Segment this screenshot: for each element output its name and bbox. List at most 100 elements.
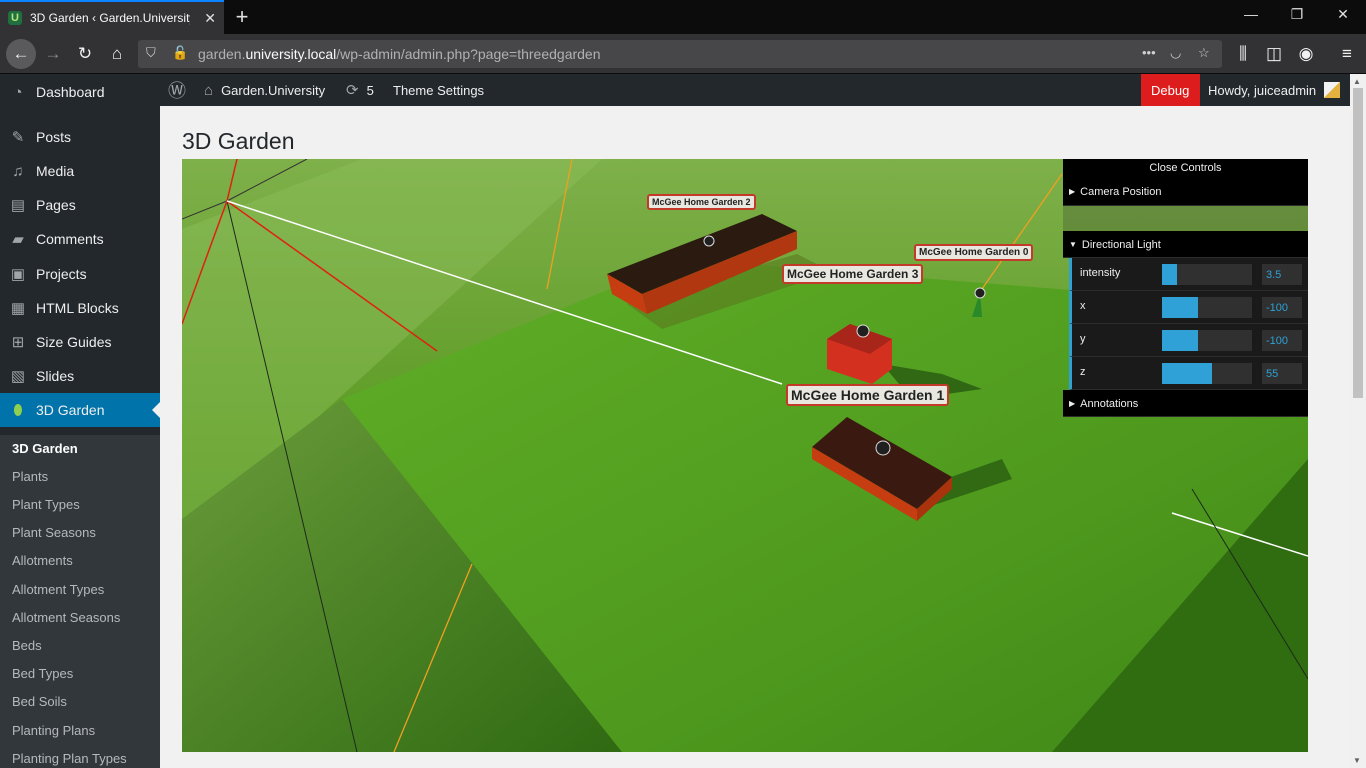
caret-right-icon: ▶ — [1069, 187, 1076, 196]
grid-icon: ▦ — [10, 300, 26, 317]
browser-tabstrip: U 3D Garden ‹ Garden.University — ✕ + — … — [0, 0, 1366, 34]
sidebar-item-html-blocks[interactable]: ▦ HTML Blocks — [0, 291, 160, 325]
y-input[interactable]: -100 — [1262, 330, 1302, 351]
updates-icon: ⟳ — [346, 82, 359, 99]
url-text[interactable]: garden.university.local/wp-admin/admin.p… — [198, 46, 601, 62]
controls-panel: Close Controls ▶ Camera Position ▼ Directi… — [1063, 159, 1308, 431]
submenu-item[interactable]: Allotment Types — [12, 582, 104, 597]
submenu-item[interactable]: 3D Garden — [12, 441, 78, 456]
scroll-down-icon[interactable]: ▼ — [1353, 756, 1361, 765]
site-name-link[interactable]: ⌂ Garden.University — [204, 74, 325, 106]
page-actions-icon[interactable]: ••• — [1142, 45, 1156, 60]
forward-button[interactable]: → — [40, 42, 66, 66]
updates-link[interactable]: ⟳ 5 — [346, 74, 374, 106]
sidebar-item-3d-garden[interactable]: ⬮ 3D Garden — [0, 393, 160, 427]
library-icon[interactable]: ⫼ — [1230, 42, 1256, 66]
sidebar-item-posts[interactable]: ✎ Posts — [0, 120, 160, 154]
sidebar-item-label: Dashboard — [36, 84, 105, 100]
sidebar-toggle-icon[interactable]: ◫ — [1261, 42, 1287, 66]
slider-fill — [1162, 330, 1198, 351]
debug-button[interactable]: Debug — [1141, 74, 1200, 106]
avatar — [1324, 82, 1341, 98]
scroll-up-icon[interactable]: ▲ — [1353, 77, 1361, 86]
sidebar-item-label: Pages — [36, 197, 76, 213]
restore-window-button[interactable]: ❐ — [1287, 6, 1307, 23]
address-bar[interactable]: ⛉ 🔓 garden.university.local/wp-admin/adm… — [138, 40, 1222, 68]
slides-icon: ▧ — [10, 368, 26, 385]
y-slider[interactable] — [1162, 330, 1252, 351]
pocket-icon[interactable]: ◡ — [1170, 45, 1181, 61]
close-tab-icon[interactable]: ✕ — [204, 10, 216, 27]
portfolio-icon: ▣ — [10, 266, 26, 283]
submenu-item[interactable]: Planting Plans — [12, 723, 95, 738]
tab-title: 3D Garden ‹ Garden.University — — [30, 11, 190, 25]
garden-label-3[interactable]: McGee Home Garden 3 — [782, 264, 924, 284]
garden-submenu: 3D Garden Plants Plant Types Plant Seaso… — [0, 435, 160, 768]
updates-count: 5 — [366, 82, 374, 98]
x-input[interactable]: -100 — [1262, 297, 1302, 318]
scroll-thumb[interactable] — [1353, 88, 1363, 398]
control-label: y — [1080, 333, 1086, 345]
folder-label: Camera Position — [1080, 186, 1162, 198]
menu-icon[interactable]: ≡ — [1334, 42, 1360, 66]
garden-label-0[interactable]: McGee Home Garden 0 — [914, 244, 1034, 261]
insecure-lock-icon[interactable]: 🔓 — [172, 45, 188, 61]
account-menu[interactable]: Howdy, juiceadmin — [1208, 74, 1341, 106]
wordpress-logo-icon[interactable]: Ⓦ — [168, 74, 186, 106]
directional-light-folder[interactable]: ▼ Directional Light — [1063, 231, 1308, 258]
info-pin — [974, 287, 986, 299]
submenu-item[interactable]: Bed Soils — [12, 694, 67, 709]
slider-fill — [1162, 363, 1212, 384]
page-scrollbar[interactable]: ▲ ▼ — [1350, 74, 1366, 768]
pages-icon: ▤ — [10, 197, 26, 214]
new-tab-button[interactable]: + — [230, 4, 254, 30]
site-name: Garden.University — [221, 82, 326, 98]
sidebar-item-media[interactable]: ♫ Media — [0, 154, 160, 188]
home-button[interactable]: ⌂ — [104, 42, 130, 66]
info-pin — [856, 324, 870, 338]
z-input[interactable]: 55 — [1262, 363, 1302, 384]
submenu-item[interactable]: Beds — [12, 638, 42, 653]
z-control: z 55 — [1069, 357, 1308, 390]
minimize-window-button[interactable]: — — [1241, 6, 1261, 22]
submenu-item[interactable]: Bed Types — [12, 666, 73, 681]
sidebar-item-projects[interactable]: ▣ Projects — [0, 257, 160, 291]
garden-label-1[interactable]: McGee Home Garden 1 — [786, 384, 950, 406]
sidebar-item-comments[interactable]: ▰ Comments — [0, 222, 160, 256]
sidebar-item-size-guides[interactable]: ⊞ Size Guides — [0, 325, 160, 359]
theme-settings-link[interactable]: Theme Settings — [393, 74, 484, 106]
site-favicon-icon: U — [8, 11, 22, 25]
garden-3d-canvas[interactable]: McGee Home Garden 2 McGee Home Garden 0 … — [182, 159, 1308, 752]
browser-tab[interactable]: U 3D Garden ‹ Garden.University — ✕ — [0, 0, 224, 34]
bookmark-star-icon[interactable]: ☆ — [1198, 45, 1210, 61]
intensity-slider[interactable] — [1162, 264, 1252, 285]
submenu-item[interactable]: Planting Plan Types — [12, 751, 127, 766]
garden-label-2[interactable]: McGee Home Garden 2 — [647, 194, 756, 210]
caret-right-icon: ▶ — [1069, 399, 1076, 408]
back-button[interactable]: ← — [6, 39, 36, 69]
sidebar-item-dashboard[interactable]: ◔ Dashboard — [0, 75, 160, 109]
shield-icon[interactable]: ⛉ — [146, 45, 156, 61]
control-label: intensity — [1080, 267, 1121, 279]
submenu-item[interactable]: Plants — [12, 469, 48, 484]
camera-position-folder[interactable]: ▶ Camera Position — [1063, 177, 1308, 206]
sidebar-item-pages[interactable]: ▤ Pages — [0, 188, 160, 222]
sidebar-item-slides[interactable]: ▧ Slides — [0, 359, 160, 393]
submenu-item[interactable]: Allotments — [12, 553, 73, 568]
submenu-item[interactable]: Allotment Seasons — [12, 610, 120, 625]
submenu-item[interactable]: Plant Types — [12, 497, 80, 512]
x-slider[interactable] — [1162, 297, 1252, 318]
reload-button[interactable]: ↻ — [72, 42, 98, 66]
annotations-folder[interactable]: ▶ Annotations — [1063, 390, 1308, 417]
controls-spacer — [1063, 206, 1308, 231]
info-pin — [875, 440, 891, 456]
close-window-button[interactable]: ✕ — [1333, 6, 1353, 23]
slider-fill — [1162, 297, 1198, 318]
submenu-item[interactable]: Plant Seasons — [12, 525, 96, 540]
intensity-input[interactable]: 3.5 — [1262, 264, 1302, 285]
browser-navbar: ← → ↻ ⌂ ⛉ 🔓 garden.university.local/wp-a… — [0, 34, 1366, 74]
close-controls-button[interactable]: Close Controls — [1063, 159, 1308, 177]
admin-sidebar: ◔ Dashboard ✎ Posts ♫ Media ▤ Pages ▰ Co… — [0, 74, 160, 768]
account-icon[interactable]: ◉ — [1293, 42, 1319, 66]
z-slider[interactable] — [1162, 363, 1252, 384]
